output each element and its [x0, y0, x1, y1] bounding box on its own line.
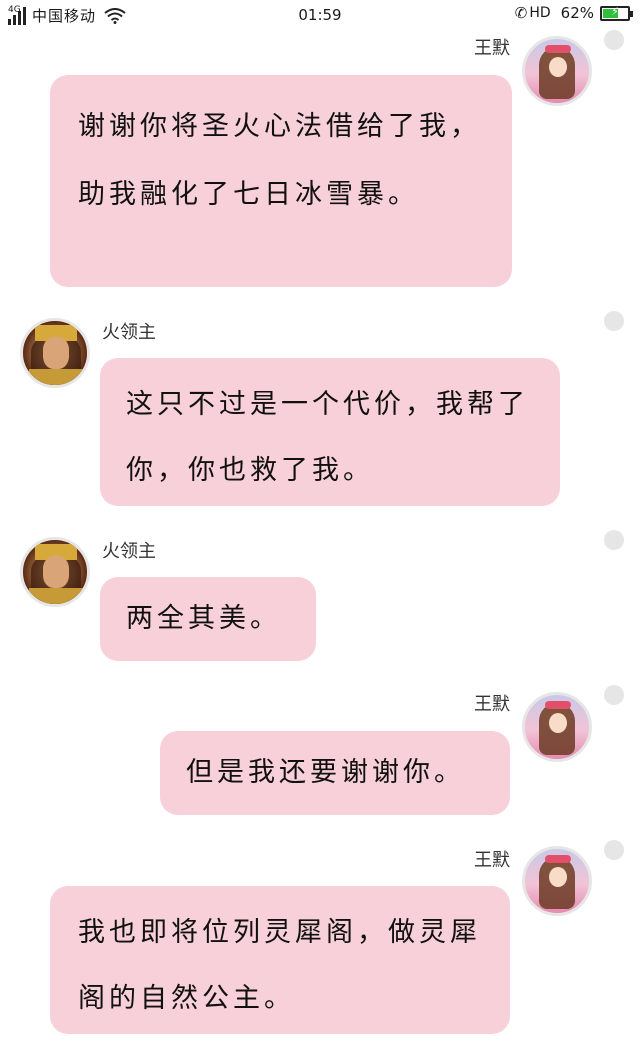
girl-avatar[interactable] [522, 846, 592, 916]
message-text: 这只不过是一个代价，我帮了你，你也救了我。 [126, 389, 529, 486]
battery-icon: ⚡ [600, 4, 633, 21]
message-bubble[interactable]: 但是我还要谢谢你。 [160, 731, 510, 815]
message-text: 我也即将位列灵犀阁，做灵犀阁的自然公主。 [78, 917, 481, 1014]
status-dot [604, 30, 624, 50]
status-right: ✆ HD 62% ⚡ [514, 4, 633, 22]
sender-name: 火领主 [102, 322, 156, 343]
girl-avatar[interactable] [522, 692, 592, 762]
hd-label: HD [529, 5, 551, 21]
status-dot [604, 685, 624, 705]
status-bar: 4G 中国移动 01:59 ✆ HD 62% ⚡ [0, 0, 640, 32]
status-dot [604, 530, 624, 550]
sender-name: 王默 [474, 850, 510, 871]
message-bubble[interactable]: 两全其美。 [100, 577, 316, 661]
phone-icon: ✆ [514, 4, 528, 22]
sender-name: 火领主 [102, 541, 156, 562]
message-text: 两全其美。 [126, 603, 281, 634]
message-bubble[interactable]: 我也即将位列灵犀阁，做灵犀阁的自然公主。 [50, 886, 510, 1034]
charging-icon: ⚡ [611, 4, 619, 18]
sender-name: 王默 [474, 694, 510, 715]
girl-avatar[interactable] [522, 36, 592, 106]
fire-lord-avatar[interactable] [20, 537, 90, 607]
message-text: 但是我还要谢谢你。 [186, 757, 465, 788]
message-bubble[interactable]: 谢谢你将圣火心法借给了我，助我融化了七日冰雪暴。 [50, 75, 512, 287]
fire-lord-avatar[interactable] [20, 318, 90, 388]
status-dot [604, 840, 624, 860]
message-text: 谢谢你将圣火心法借给了我，助我融化了七日冰雪暴。 [78, 111, 481, 210]
message-bubble[interactable]: 这只不过是一个代价，我帮了你，你也救了我。 [100, 358, 560, 506]
sender-name: 王默 [474, 38, 510, 59]
status-dot [604, 311, 624, 331]
battery-percent: 62% [560, 4, 594, 22]
